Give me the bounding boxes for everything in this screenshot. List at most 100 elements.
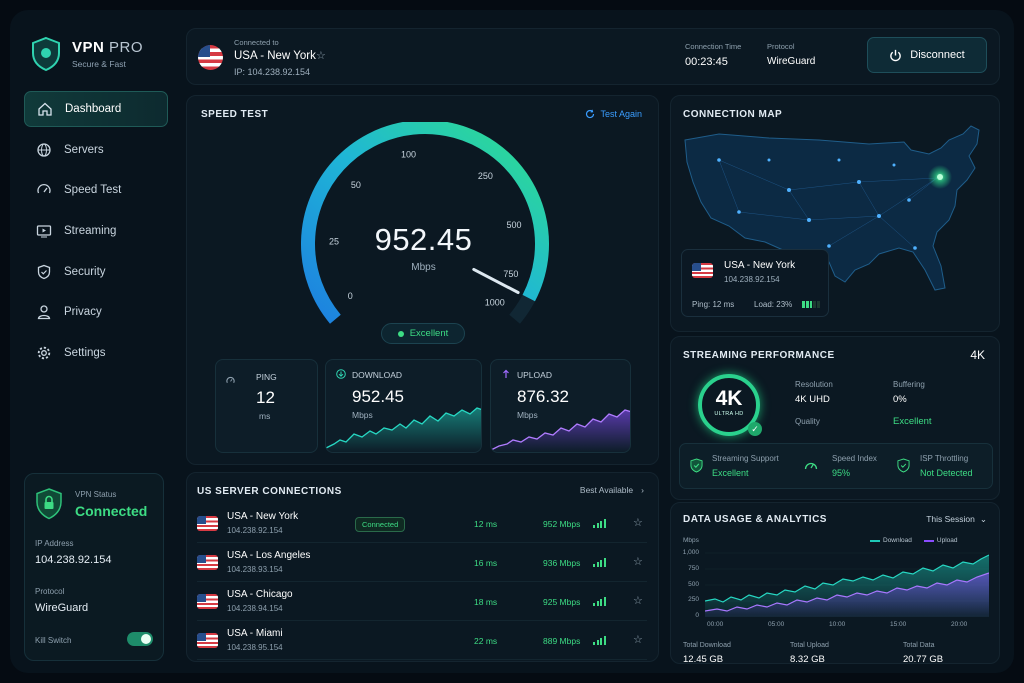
map-title: CONNECTION MAP <box>683 109 783 120</box>
best-available-link[interactable]: Best Available › <box>580 485 644 495</box>
sidebar-item-dashboard[interactable]: Dashboard <box>24 91 168 127</box>
favorite-star-icon[interactable]: ☆ <box>633 633 643 646</box>
favorite-star-icon[interactable]: ☆ <box>633 555 643 568</box>
server-ping: 18 ms <box>474 597 498 607</box>
signal-bars-icon <box>593 597 606 606</box>
us-flag-icon <box>198 45 223 70</box>
current-location: USA - New York <box>234 50 316 62</box>
quality-value: Excellent <box>893 416 932 427</box>
load-bar <box>802 301 820 308</box>
disconnect-button[interactable]: Disconnect <box>867 37 987 73</box>
connected-to-label: Connected to <box>234 38 279 47</box>
buffering-value: 0% <box>893 394 907 405</box>
sidebar-item-servers[interactable]: Servers <box>24 132 168 168</box>
chevron-right-icon: › <box>641 485 644 495</box>
server-name: USA - Chicago <box>227 589 293 600</box>
streaming-stats-strip: Streaming Support Excellent Speed Index … <box>679 443 993 489</box>
server-ip: 104.238.95.154 <box>227 643 283 652</box>
map-load: Load: 23% <box>754 300 793 309</box>
sidebar-item-label: Dashboard <box>65 103 122 115</box>
buffering-label: Buffering <box>893 380 925 389</box>
sidebar-item-label: Security <box>64 265 106 278</box>
us-flag-icon <box>197 633 218 648</box>
upload-card: UPLOAD 876.32 Mbps <box>490 359 631 453</box>
quality-label: Quality <box>795 417 820 426</box>
disconnect-label: Disconnect <box>910 49 965 61</box>
server-row[interactable]: USA - Chicago 104.238.94.154 18 ms 925 Mbps… <box>197 583 647 621</box>
protocol-header-value: WireGuard <box>767 56 816 67</box>
usage-legend: Download Upload <box>870 537 958 544</box>
vpn-status-value: Connected <box>75 503 148 519</box>
sidebar-item-settings[interactable]: Settings <box>24 335 168 371</box>
server-ping: 22 ms <box>474 636 498 646</box>
download-arrow-icon <box>336 369 346 379</box>
isp-throttling-label: ISP Throttling <box>920 454 969 463</box>
ultra-hd-text: ULTRA HD <box>714 411 744 417</box>
period-dropdown[interactable]: This Session ⌄ <box>926 514 987 525</box>
server-row[interactable]: USA - Los Angeles 104.238.93.154 16 ms 936 … <box>197 544 647 582</box>
favorite-star-icon[interactable]: ☆ <box>316 49 326 62</box>
new-york-marker[interactable] <box>937 174 943 180</box>
server-ping: 16 ms <box>474 558 498 568</box>
shield-outline-icon <box>897 458 910 473</box>
test-again-button[interactable]: Test Again <box>585 109 642 119</box>
server-ping: 12 ms <box>474 519 498 529</box>
sidebar-nav: Dashboard Servers Speed Test Streaming S… <box>24 91 168 376</box>
download-label: DOWNLOAD <box>352 370 403 380</box>
sidebar-item-security[interactable]: Security <box>24 254 168 290</box>
sidebar-item-streaming[interactable]: Streaming <box>24 213 168 249</box>
sidebar-item-speed-test[interactable]: Speed Test <box>24 172 168 208</box>
speed-index-label: Speed Index <box>832 454 877 463</box>
support-label: Streaming Support <box>712 454 779 463</box>
streaming-title: STREAMING PERFORMANCE <box>683 350 835 361</box>
kill-switch-toggle[interactable] <box>127 632 153 646</box>
sidebar-item-label: Servers <box>64 143 104 156</box>
x-tick-label: 05:00 <box>768 621 785 628</box>
speed-index-icon <box>804 462 818 470</box>
us-flag-icon <box>692 263 713 278</box>
gauge-tick-label: 250 <box>478 171 493 181</box>
gauge-tick-label: 50 <box>351 180 361 190</box>
us-flag-icon <box>197 555 218 570</box>
gauge-tick-label: 1000 <box>485 297 505 307</box>
legend-upload: Upload <box>936 537 958 544</box>
y-tick-label: 0 <box>695 612 699 620</box>
server-row[interactable]: USA - Miami 104.238.95.154 22 ms 889 Mbps ☆ <box>197 622 647 660</box>
download-sparkline <box>326 407 481 452</box>
total-upload-label: Total Upload <box>790 642 829 649</box>
vpn-status-label: VPN Status <box>75 490 117 499</box>
map-location-ip: 104.238.92.154 <box>724 275 780 284</box>
brand-logo: VPN PRO Secure & Fast <box>30 36 143 72</box>
streaming-performance-panel: STREAMING PERFORMANCE 4K 4K ULTRA HD ✓ R… <box>670 336 1000 500</box>
chevron-down-icon: ⌄ <box>979 514 987 524</box>
usage-y-unit: Mbps <box>683 537 699 544</box>
signal-bars-icon <box>593 558 606 567</box>
x-tick-label: 20:00 <box>951 621 968 628</box>
favorite-star-icon[interactable]: ☆ <box>633 516 643 529</box>
sidebar-item-label: Privacy <box>64 306 102 319</box>
server-name: USA - Miami <box>227 628 283 639</box>
map-ping: Ping: 12 ms <box>692 300 735 309</box>
upload-sparkline <box>491 409 630 452</box>
ping-unit: ms <box>259 411 271 421</box>
server-row[interactable]: USA - New York 104.238.92.154 Connected 12 … <box>197 505 647 543</box>
server-speed: 936 Mbps <box>543 558 581 568</box>
legend-download: Download <box>883 537 912 544</box>
globe-icon <box>37 143 51 157</box>
favorite-star-icon[interactable]: ☆ <box>633 594 643 607</box>
brand-tagline: Secure & Fast <box>72 59 126 69</box>
refresh-icon <box>586 109 595 119</box>
total-download-value: 12.45 GB <box>683 654 724 665</box>
period-dropdown-label: This Session <box>926 514 975 524</box>
y-tick-label: 500 <box>688 580 699 588</box>
best-available-label: Best Available <box>579 485 634 495</box>
sidebar-item-privacy[interactable]: Privacy <box>24 294 168 330</box>
gear-icon <box>37 346 51 360</box>
shield-logo-icon <box>32 36 60 72</box>
connection-time-label: Connection Time <box>685 42 742 51</box>
server-speed: 952 Mbps <box>543 519 581 529</box>
x-tick-label: 10:00 <box>829 621 846 628</box>
connection-time-value: 00:23:45 <box>685 56 728 68</box>
speed-index-value: 95% <box>832 468 851 478</box>
shield-check-icon <box>690 458 703 473</box>
